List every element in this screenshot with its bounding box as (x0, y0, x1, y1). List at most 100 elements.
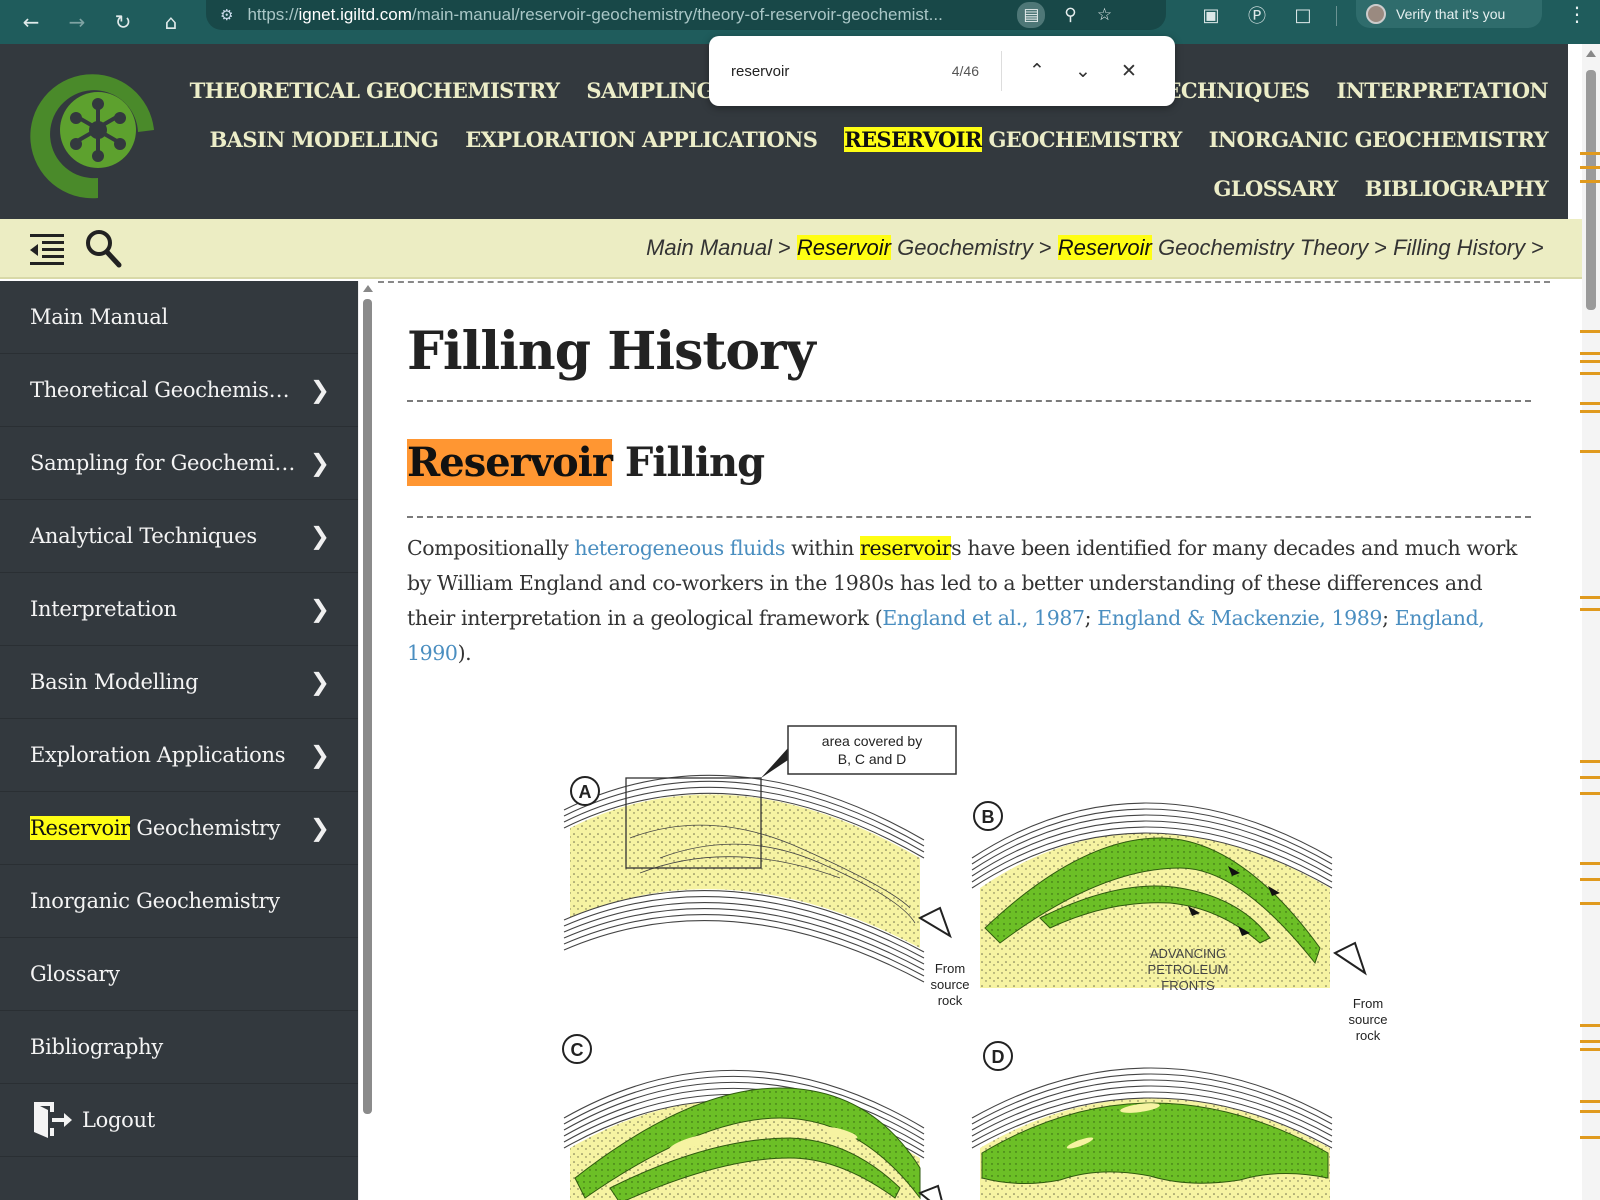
sidebar-item-reservoir-geochemistry[interactable]: Reservoir Geochemistry ❯ (0, 792, 358, 865)
intro-paragraph: Compositionally heterogeneous fluids wit… (407, 536, 1517, 665)
extension-icon[interactable]: ▤ (1017, 2, 1046, 28)
sidebar-item-bibliography[interactable]: Bibliography (0, 1011, 358, 1084)
source-label-b-2: source (1348, 1012, 1387, 1027)
chevron-right-icon[interactable]: ❯ (310, 449, 330, 477)
find-match-marker (1580, 1136, 1600, 1139)
reload-icon[interactable]: ↻ (100, 0, 146, 44)
scrollbar-thumb[interactable] (363, 299, 372, 1114)
sidebar-item-glossary[interactable]: Glossary (0, 938, 358, 1011)
grammarly-icon[interactable]: Ⓟ (1240, 2, 1274, 28)
panel-b: ADVANCING PETROLEUM FRONTS B From source… (971, 801, 1388, 1043)
chevron-right-icon[interactable]: ❯ (310, 741, 330, 769)
page-scrollbar-thumb[interactable] (1586, 70, 1596, 310)
find-input[interactable]: reservoir (709, 63, 935, 80)
page-title: Filling History (407, 321, 816, 382)
chevron-up-icon[interactable]: ⌃ (1014, 51, 1060, 91)
find-match-marker (1580, 776, 1600, 779)
breadcrumb-separator: > (1374, 235, 1388, 260)
chevron-right-icon[interactable]: ❯ (310, 376, 330, 404)
sidebar-item-label: Analytical Techniques (30, 524, 257, 548)
site-logo[interactable] (28, 72, 162, 202)
find-match-highlight: Reservoir (796, 235, 892, 260)
nav-row-2: BASIN MODELLING EXPLORATION APPLICATIONS… (188, 115, 1549, 164)
nav-exploration-applications[interactable]: EXPLORATION APPLICATIONS (465, 127, 818, 152)
breadcrumb-item-main-manual[interactable]: Main Manual (646, 235, 772, 260)
sidebar-item-label: Reservoir Geochemistry (30, 816, 281, 840)
panel-c: C (562, 1034, 943, 1200)
close-icon[interactable]: ✕ (1106, 51, 1152, 91)
find-match-marker (1580, 410, 1600, 413)
breadcrumb-separator: > (778, 235, 791, 260)
profile-button[interactable]: Verify that it's you (1356, 0, 1542, 28)
forward-icon[interactable]: → (54, 0, 100, 44)
url-text[interactable]: https://ignet.igiltd.com/main-manual/res… (247, 5, 1017, 25)
kebab-menu-icon[interactable]: ⋮ (1562, 0, 1592, 28)
toolbar-divider (1336, 6, 1337, 26)
search-icon[interactable] (84, 228, 122, 268)
sidebar-item-logout[interactable]: Logout (0, 1084, 358, 1157)
sidebar-item-main-manual[interactable]: Main Manual (0, 281, 358, 354)
sidebar-item-theoretical-geochemistry[interactable]: Theoretical Geochemis… ❯ (0, 354, 358, 427)
sidebar-item-sampling-for-geochemistry[interactable]: Sampling for Geochemi… ❯ (0, 427, 358, 500)
address-bar[interactable]: ⚙ https://ignet.igiltd.com/main-manual/r… (206, 0, 1166, 30)
source-label-a-1: From (935, 961, 965, 976)
find-match-marker (1580, 1040, 1600, 1043)
sidebar-item-interpretation[interactable]: Interpretation ❯ (0, 573, 358, 646)
breadcrumb-item-reservoir-geochemistry-theory[interactable]: Reservoir Geochemistry Theory (1057, 235, 1368, 260)
nav-bibliography[interactable]: BIBLIOGRAPHY (1365, 176, 1549, 201)
link-heterogeneous-fluids[interactable]: heterogeneous fluids (574, 536, 785, 560)
chevron-right-icon[interactable]: ❯ (310, 522, 330, 550)
nav-reservoir-geochemistry[interactable]: RESERVOIR GEOCHEMISTRY (844, 127, 1182, 152)
back-icon[interactable]: ← (8, 0, 54, 44)
sidebar-item-inorganic-geochemistry[interactable]: Inorganic Geochemistry (0, 865, 358, 938)
find-match-marker (1580, 330, 1600, 333)
chevron-right-icon[interactable]: ❯ (310, 595, 330, 623)
breadcrumb-separator: > (1531, 235, 1544, 260)
find-match-highlight: reservoir (860, 536, 952, 560)
sidebar: Main Manual Theoretical Geochemis… ❯ Samp… (0, 281, 358, 1200)
sidebar-item-basin-modelling[interactable]: Basin Modelling ❯ (0, 646, 358, 719)
panel-label-d: D (992, 1047, 1005, 1067)
find-bar: reservoir 4/46 ⌃ ⌄ ✕ (709, 36, 1175, 106)
star-icon[interactable]: ☆ (1087, 2, 1121, 28)
panel-label-a: A (579, 782, 592, 802)
sidebar-item-analytical-techniques[interactable]: Analytical Techniques ❯ (0, 500, 358, 573)
nav-theoretical-geochemistry[interactable]: THEORETICAL GEOCHEMISTRY (190, 78, 560, 103)
chevron-down-icon[interactable]: ⌄ (1060, 51, 1106, 91)
find-match-marker (1580, 1024, 1600, 1027)
breadcrumb-bar: Main Manual > Reservoir Geochemistry > Reser… (0, 219, 1582, 279)
panel-d: D (971, 1041, 1333, 1200)
logout-icon (34, 1102, 72, 1138)
home-icon[interactable]: ⌂ (148, 0, 194, 44)
chevron-right-icon[interactable]: ❯ (310, 814, 330, 842)
menu-collapse-icon[interactable] (28, 229, 66, 267)
find-match-marker (1580, 792, 1600, 795)
sidebar-item-label: Bibliography (30, 1035, 163, 1059)
panel-label-c: C (571, 1040, 584, 1060)
link-england-mackenzie-1989[interactable]: England & Mackenzie, 1989 (1097, 606, 1382, 630)
chevron-right-icon[interactable]: ❯ (310, 668, 330, 696)
nav-inorganic-geochemistry[interactable]: INORGANIC GEOCHEMISTRY (1209, 127, 1549, 152)
zoom-icon[interactable]: ⚲ (1053, 2, 1087, 28)
find-match-marker (1580, 352, 1600, 355)
extension-icon[interactable]: ▣ (1194, 2, 1228, 28)
fronts-label-1: ADVANCING (1150, 946, 1226, 961)
puzzle-icon[interactable]: □ (1286, 2, 1320, 28)
nav-basin-modelling[interactable]: BASIN MODELLING (209, 127, 438, 152)
breadcrumb-item-reservoir-geochemistry[interactable]: Reservoir Geochemistry (796, 235, 1033, 260)
scroll-up-arrow-icon[interactable] (363, 285, 373, 292)
find-match-marker (1580, 152, 1600, 155)
nav-interpretation[interactable]: INTERPRETATION (1336, 78, 1548, 103)
content-scrollbar[interactable] (358, 281, 376, 1200)
logout-label: Logout (82, 1108, 155, 1132)
nav-glossary[interactable]: GLOSSARY (1214, 176, 1339, 201)
sidebar-item-exploration-applications[interactable]: Exploration Applications ❯ (0, 719, 358, 792)
scroll-up-arrow-icon[interactable] (1586, 50, 1596, 57)
breadcrumb-item-filling-history[interactable]: Filling History (1393, 235, 1525, 260)
source-label-b-1: From (1353, 996, 1383, 1011)
panel-label-b: B (982, 807, 995, 827)
site-settings-icon[interactable]: ⚙ (220, 6, 233, 24)
link-england-1987[interactable]: England et al., 1987 (882, 606, 1085, 630)
panel-a: area covered by B, C and D A From source… (563, 725, 970, 1008)
sidebar-item-label: Sampling for Geochemi… (30, 451, 296, 475)
